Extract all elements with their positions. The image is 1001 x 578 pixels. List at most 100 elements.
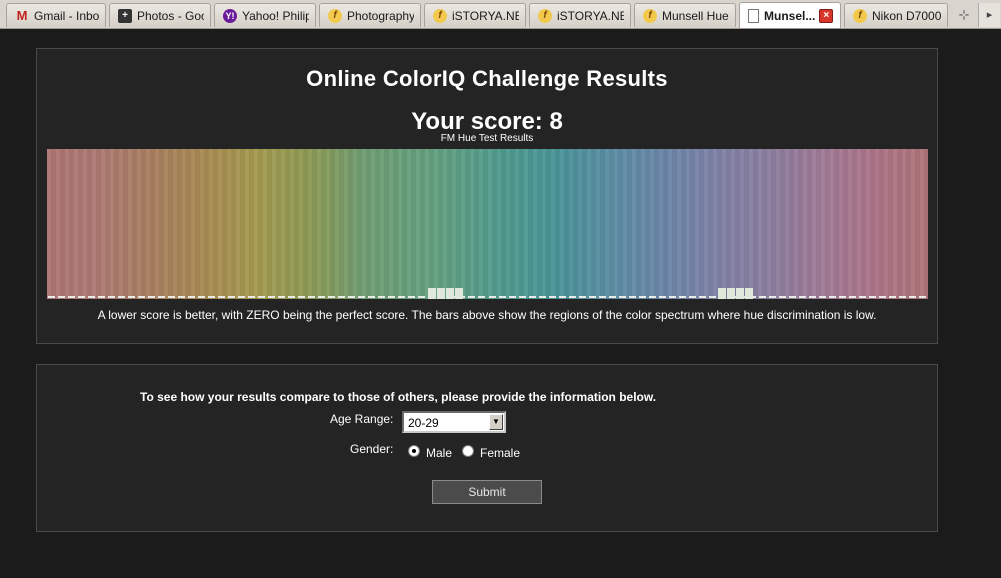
baseline-tick (418, 296, 426, 298)
baseline-tick (318, 296, 326, 298)
tab-label: Munsell Hue ... (662, 8, 729, 23)
baseline-tick (348, 296, 356, 298)
tab-photography[interactable]: f Photography... (319, 3, 421, 27)
baseline-tick (908, 296, 916, 298)
tab-photos[interactable]: + Photos - Goo... (109, 3, 211, 27)
baseline-tick (328, 296, 336, 298)
hue-error-bar (736, 288, 744, 299)
baseline-tick (268, 296, 276, 298)
baseline-tick (478, 296, 486, 298)
tab-munsell-hue[interactable]: f Munsell Hue ... (634, 3, 736, 27)
gender-female-radio[interactable] (462, 445, 474, 457)
hue-error-bar (718, 288, 726, 299)
baseline-tick (208, 296, 216, 298)
baseline-tick (878, 296, 886, 298)
tab-label: Yahoo! Philip... (242, 8, 309, 23)
tab-yahoo[interactable]: Y! Yahoo! Philip... (214, 3, 316, 27)
tab-list-arrow-icon[interactable]: ▸ (978, 3, 1000, 27)
tab-nikon[interactable]: f Nikon D7000 ... (844, 3, 948, 27)
tab-label: Gmail - Inbox... (34, 8, 99, 23)
gender-female-label: Female (480, 446, 521, 460)
age-range-select[interactable]: 20-29 ▼ (402, 411, 506, 433)
hue-error-bar (446, 288, 454, 299)
baseline-tick (228, 296, 236, 298)
page-title: Online ColorIQ Challenge Results (306, 66, 668, 91)
baseline-tick (778, 296, 786, 298)
feather-icon: f (853, 8, 867, 23)
submit-button[interactable]: Submit (432, 480, 542, 504)
baseline-tick (378, 296, 386, 298)
page-icon (748, 8, 759, 23)
baseline-tick (608, 296, 616, 298)
baseline-tick (338, 296, 346, 298)
tab-istorya-2[interactable]: f iSTORYA.NE... (529, 3, 631, 27)
baseline-tick (618, 296, 626, 298)
baseline-tick (128, 296, 136, 298)
baseline-tick (888, 296, 896, 298)
baseline-tick (298, 296, 306, 298)
baseline-tick (518, 296, 526, 298)
baseline-tick (648, 296, 656, 298)
hue-error-bar (455, 288, 463, 299)
baseline-tick (698, 296, 706, 298)
baseline-tick (498, 296, 506, 298)
tab-gmail[interactable]: M Gmail - Inbox... (6, 3, 106, 27)
baseline-tick (598, 296, 606, 298)
gender-male-radio[interactable] (408, 445, 420, 457)
tab-label: Photography... (347, 8, 414, 23)
baseline-tick (588, 296, 596, 298)
gender-male-label: Male (426, 446, 453, 460)
baseline-tick (848, 296, 856, 298)
baseline-tick (358, 296, 366, 298)
yahoo-icon: Y! (223, 8, 237, 23)
baseline-tick (838, 296, 846, 298)
tab-munsell-active[interactable]: Munsel... × (739, 2, 841, 28)
baseline-tick (868, 296, 876, 298)
baseline-tick (188, 296, 196, 298)
baseline-tick (168, 296, 176, 298)
baseline-tick (558, 296, 566, 298)
comparison-form-panel: To see how your results compare to those… (36, 364, 938, 532)
baseline-tick (808, 296, 816, 298)
new-tab-icon[interactable]: ⊹ (952, 5, 976, 25)
baseline-tick (638, 296, 646, 298)
baseline-tick (278, 296, 286, 298)
baseline-tick (408, 296, 416, 298)
baseline-tick (288, 296, 296, 298)
baseline-tick (708, 296, 716, 298)
baseline-tick (78, 296, 86, 298)
feather-icon: f (538, 8, 552, 23)
baseline-tick (568, 296, 576, 298)
baseline-tick (138, 296, 146, 298)
close-tab-icon[interactable]: × (819, 8, 834, 23)
baseline-tick (528, 296, 536, 298)
tab-label: iSTORYA.NE... (557, 8, 624, 23)
baseline-tick (508, 296, 516, 298)
baseline-tick (628, 296, 636, 298)
baseline-tick (398, 296, 406, 298)
baseline-tick (548, 296, 556, 298)
chevron-down-icon[interactable]: ▼ (489, 414, 503, 430)
baseline-tick (48, 296, 55, 298)
baseline-tick (98, 296, 106, 298)
form-prompt: To see how your results compare to those… (140, 390, 657, 404)
feather-icon: f (328, 8, 342, 23)
hue-error-bar (437, 288, 445, 299)
baseline-tick (578, 296, 586, 298)
baseline-tick (798, 296, 806, 298)
baseline-tick (388, 296, 396, 298)
baseline-tick (918, 296, 926, 298)
baseline-tick (58, 296, 65, 298)
baseline-tick (178, 296, 186, 298)
chart-title: FM Hue Test Results (440, 133, 534, 144)
browser-tab-strip: M Gmail - Inbox... + Photos - Goo... Y! … (0, 0, 1001, 29)
baseline-tick (368, 296, 376, 298)
tab-istorya-1[interactable]: f iSTORYA.NE... (424, 3, 526, 27)
baseline-tick (658, 296, 666, 298)
baseline-tick (68, 296, 76, 298)
baseline-tick (248, 296, 256, 298)
tab-label: iSTORYA.NE... (452, 8, 519, 23)
spectrum-stripes (47, 149, 928, 299)
hue-error-bar (745, 288, 753, 299)
age-range-label: Age Range: (330, 412, 394, 426)
